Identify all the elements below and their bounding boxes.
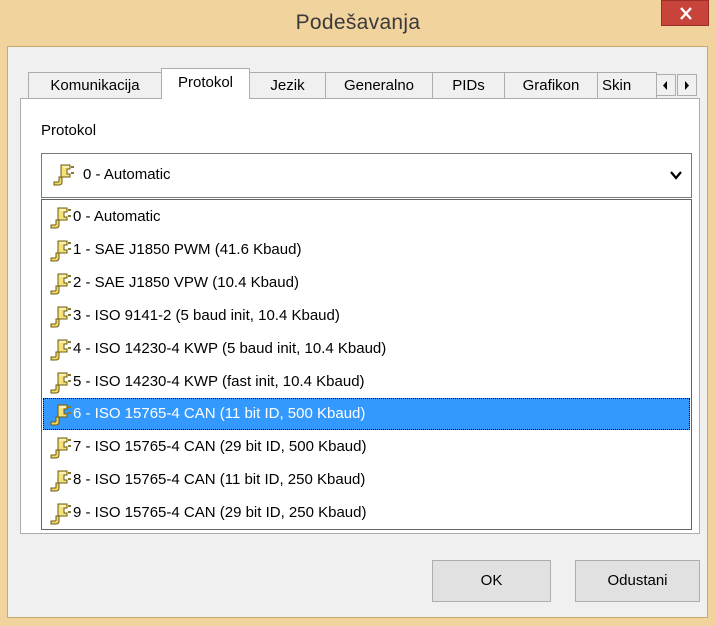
connector-plug-icon (50, 162, 76, 193)
combobox-selected-value: 0 - Automatic (83, 166, 171, 183)
connector-plug-icon (47, 205, 73, 235)
protocol-label: Protokol (41, 122, 97, 139)
protocol-option[interactable]: 4 - ISO 14230-4 KWP (5 baud init, 10.4 K… (43, 333, 690, 365)
connector-plug-icon (47, 435, 73, 465)
connector-plug-icon (47, 370, 73, 400)
tab-skin[interactable]: Skin (597, 72, 657, 99)
protocol-option-label: 8 - ISO 15765-4 CAN (11 bit ID, 250 Kbau… (73, 471, 366, 489)
tab-scroll-right[interactable] (677, 74, 697, 96)
protocol-option[interactable]: 1 - SAE J1850 PWM (41.6 Kbaud) (43, 234, 690, 266)
arrow-left-icon (663, 81, 667, 90)
chevron-down-icon (670, 171, 682, 180)
protocol-option-label: 3 - ISO 9141-2 (5 baud init, 10.4 Kbaud) (73, 306, 340, 324)
protocol-option[interactable]: 6 - ISO 15765-4 CAN (11 bit ID, 500 Kbau… (43, 398, 690, 432)
protocol-option[interactable]: 3 - ISO 9141-2 (5 baud init, 10.4 Kbaud) (43, 300, 690, 332)
protocol-option-label: 4 - ISO 14230-4 KWP (5 baud init, 10.4 K… (73, 339, 387, 357)
settings-dialog: Podešavanja Komunikacija Protokol Jezik … (0, 0, 716, 626)
tab-protokol[interactable]: Protokol (161, 68, 250, 99)
protocol-option[interactable]: 7 - ISO 15765-4 CAN (29 bit ID, 500 Kbau… (43, 431, 690, 463)
close-icon (680, 7, 692, 20)
connector-plug-icon (47, 238, 73, 268)
tab-scroll-left[interactable] (656, 74, 676, 96)
protocol-option[interactable]: 0 - Automatic (43, 201, 690, 233)
protocol-option-label: 5 - ISO 14230-4 KWP (fast init, 10.4 Kba… (73, 372, 365, 390)
cancel-button[interactable]: Odustani (575, 560, 700, 602)
tab-generalno[interactable]: Generalno (325, 72, 433, 99)
close-button[interactable] (661, 0, 709, 26)
protocol-option[interactable]: 9 - ISO 15765-4 CAN (29 bit ID, 250 Kbau… (43, 497, 690, 529)
tab-komunikacija[interactable]: Komunikacija (28, 72, 162, 99)
ok-button[interactable]: OK (432, 560, 551, 602)
connector-plug-icon (47, 337, 73, 367)
protocol-option[interactable]: 8 - ISO 15765-4 CAN (11 bit ID, 250 Kbau… (43, 464, 690, 496)
title-bar[interactable]: Podešavanja (0, 0, 716, 46)
protocol-combobox[interactable]: 0 - Automatic (41, 153, 692, 198)
protocol-option-label: 7 - ISO 15765-4 CAN (29 bit ID, 500 Kbau… (73, 438, 367, 456)
protocol-option-label: 6 - ISO 15765-4 CAN (11 bit ID, 500 Kbau… (73, 405, 366, 423)
tab-grafikon[interactable]: Grafikon (504, 72, 598, 99)
connector-plug-icon (47, 468, 73, 498)
tab-pids[interactable]: PIDs (432, 72, 505, 99)
protocol-option[interactable]: 5 - ISO 14230-4 KWP (fast init, 10.4 Kba… (43, 366, 690, 398)
connector-plug-icon (47, 501, 73, 531)
protocol-option-label: 0 - Automatic (73, 208, 161, 225)
window-title: Podešavanja (295, 11, 421, 34)
protocol-dropdown-list[interactable]: 0 - Automatic 1 - SAE J1850 PWM (41.6 Kba… (41, 199, 692, 530)
protocol-option-label: 9 - ISO 15765-4 CAN (29 bit ID, 250 Kbau… (73, 504, 367, 522)
connector-plug-icon (47, 304, 73, 334)
protocol-option-label: 1 - SAE J1850 PWM (41.6 Kbaud) (73, 240, 302, 258)
protocol-option[interactable]: 2 - SAE J1850 VPW (10.4 Kbaud) (43, 267, 690, 299)
combobox-dropdown-button[interactable] (662, 154, 691, 197)
connector-plug-icon (47, 271, 73, 301)
tab-jezik[interactable]: Jezik (249, 72, 326, 99)
arrow-right-icon (685, 81, 689, 90)
protocol-option-label: 2 - SAE J1850 VPW (10.4 Kbaud) (73, 273, 299, 291)
connector-plug-icon (47, 402, 73, 432)
